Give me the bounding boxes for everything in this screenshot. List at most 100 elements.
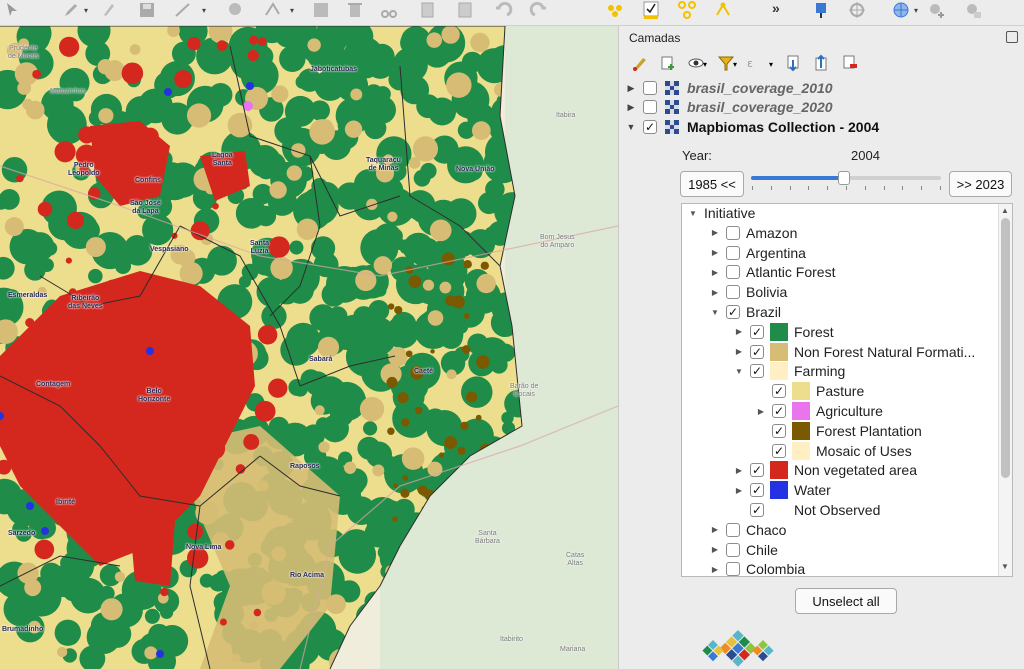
legend-row[interactable]: ▶ ✓ Non Forest Natural Formati... bbox=[734, 342, 975, 361]
chevron-down-icon[interactable]: ▼ bbox=[734, 367, 744, 376]
crosshair-icon[interactable] bbox=[846, 0, 868, 20]
chevron-down-icon[interactable]: ▾ bbox=[914, 6, 922, 15]
legend-checkbox[interactable]: ✓ bbox=[750, 344, 764, 359]
chevron-down-icon[interactable]: ▼ bbox=[625, 122, 637, 132]
float-panel-icon[interactable] bbox=[1006, 31, 1018, 43]
chevron-right-icon[interactable]: ▶ bbox=[710, 268, 720, 277]
style-icon[interactable] bbox=[631, 54, 651, 74]
legend-row[interactable]: ▶ ✓ Forest bbox=[734, 322, 834, 341]
chevron-right-icon[interactable]: ▶ bbox=[756, 407, 766, 416]
scroll-down-icon[interactable]: ▼ bbox=[1001, 562, 1009, 571]
slider-handle[interactable] bbox=[838, 171, 851, 185]
chevron-right-icon[interactable]: ▶ bbox=[710, 525, 720, 534]
chevron-right-icon[interactable]: ▶ bbox=[734, 466, 744, 475]
expression-filter-icon[interactable]: ε bbox=[745, 54, 765, 74]
legend-checkbox[interactable]: ✓ bbox=[750, 364, 764, 379]
expand-icon[interactable] bbox=[785, 54, 805, 74]
legend-checkbox[interactable] bbox=[726, 522, 740, 537]
map-canvas[interactable]: Prudente de Morais Matozinhos Jaboticatuba… bbox=[0, 26, 618, 669]
legend-row[interactable]: ▼ Initiative bbox=[688, 204, 755, 222]
layer-item[interactable]: ▶ brasil_coverage_2020 bbox=[625, 97, 833, 117]
remove-icon[interactable] bbox=[962, 0, 984, 20]
scrollbar-thumb[interactable] bbox=[1001, 218, 1010, 478]
layer-checkbox[interactable] bbox=[643, 100, 657, 114]
legend-row[interactable]: ✓ Not Observed bbox=[734, 501, 880, 519]
start-year-button[interactable]: 1985 << bbox=[680, 171, 744, 197]
legend-row[interactable]: ▶ ✓ Non vegetated area bbox=[734, 461, 917, 480]
select-icon[interactable] bbox=[2, 0, 24, 20]
pencil-icon[interactable] bbox=[60, 0, 82, 20]
network-icon[interactable] bbox=[712, 0, 734, 20]
undo-icon[interactable] bbox=[492, 0, 514, 20]
add-feature-icon[interactable] bbox=[224, 0, 246, 20]
legend-row[interactable]: ▶ Argentina bbox=[710, 244, 806, 262]
legend-checkbox[interactable]: ✓ bbox=[750, 483, 764, 498]
copy-icon[interactable] bbox=[416, 0, 438, 20]
checkbox-label-icon[interactable] bbox=[640, 0, 662, 20]
chevron-down-icon[interactable]: ▾ bbox=[202, 6, 210, 15]
legend-checkbox[interactable]: ✓ bbox=[772, 384, 786, 399]
save-icon[interactable] bbox=[136, 0, 158, 20]
legend-checkbox[interactable]: ✓ bbox=[772, 423, 786, 438]
layer-checkbox[interactable]: ✓ bbox=[643, 120, 657, 134]
plugin-icon[interactable] bbox=[810, 0, 832, 20]
chevron-down-icon[interactable]: ▾ bbox=[84, 6, 92, 15]
cut-icon[interactable] bbox=[378, 0, 400, 20]
paste-icon[interactable] bbox=[454, 0, 476, 20]
chevron-right-icon[interactable]: ▶ bbox=[625, 83, 637, 94]
unselect-all-button[interactable]: Unselect all bbox=[795, 588, 897, 614]
legend-row[interactable]: ▶ Bolivia bbox=[710, 283, 787, 301]
legend-row[interactable]: ▶ ✓ Agriculture bbox=[756, 402, 883, 420]
legend-row[interactable]: ▶ Chile bbox=[710, 541, 778, 559]
collapse-icon[interactable] bbox=[813, 54, 833, 74]
year-slider[interactable] bbox=[751, 170, 943, 190]
legend-row[interactable]: ▼ ✓ Farming bbox=[734, 362, 845, 381]
layer-item[interactable]: ▼ ✓ Mapbiomas Collection - 2004 bbox=[625, 117, 880, 137]
legend-row[interactable]: ✓ Pasture bbox=[756, 382, 864, 401]
layer-item[interactable]: ▶ brasil_coverage_2010 bbox=[625, 80, 833, 98]
chevron-right-icon[interactable]: ▶ bbox=[734, 327, 744, 336]
legend-checkbox[interactable] bbox=[726, 542, 740, 557]
node-tool-icon[interactable] bbox=[262, 0, 284, 20]
digitize-icon[interactable] bbox=[172, 0, 194, 20]
attribute-table-icon[interactable] bbox=[310, 0, 332, 20]
end-year-button[interactable]: >> 2023 bbox=[949, 171, 1012, 197]
chevron-right-icon[interactable]: ▶ bbox=[710, 565, 720, 574]
legend-row[interactable]: ✓ Forest Plantation bbox=[756, 421, 922, 440]
layer-checkbox[interactable] bbox=[643, 81, 657, 95]
chevron-right-icon[interactable]: ▶ bbox=[710, 228, 720, 237]
chevron-down-icon[interactable]: ▾ bbox=[769, 60, 779, 80]
graph-icon[interactable] bbox=[676, 0, 698, 20]
legend-row[interactable]: ▼ ✓ Brazil bbox=[710, 303, 781, 321]
globe-icon[interactable] bbox=[890, 0, 912, 20]
tree-scrollbar[interactable]: ▲ ▼ bbox=[998, 204, 1012, 576]
legend-checkbox[interactable] bbox=[726, 245, 740, 260]
delete-icon[interactable] bbox=[344, 0, 366, 20]
chevron-right-icon[interactable]: ▶ bbox=[710, 288, 720, 297]
legend-row[interactable]: ▶ Atlantic Forest bbox=[710, 263, 836, 281]
legend-checkbox[interactable] bbox=[726, 225, 740, 240]
legend-checkbox[interactable] bbox=[726, 265, 740, 280]
chevron-down-icon[interactable]: ▾ bbox=[290, 6, 298, 15]
scroll-up-icon[interactable]: ▲ bbox=[1001, 206, 1009, 215]
legend-checkbox[interactable]: ✓ bbox=[772, 443, 786, 458]
chevron-down-icon[interactable]: ▼ bbox=[688, 209, 698, 218]
add-group-icon[interactable] bbox=[659, 54, 679, 74]
legend-row[interactable]: ▶ Amazon bbox=[710, 224, 797, 242]
label-icon[interactable] bbox=[604, 0, 626, 20]
chevron-right-icon[interactable]: ▶ bbox=[710, 545, 720, 554]
chevron-down-icon[interactable]: ▾ bbox=[733, 60, 743, 80]
remove-layer-icon[interactable] bbox=[841, 54, 861, 74]
chevron-down-icon[interactable]: ▼ bbox=[710, 308, 720, 317]
more-tools-button[interactable]: » bbox=[772, 0, 780, 16]
legend-checkbox[interactable]: ✓ bbox=[750, 324, 764, 339]
legend-checkbox[interactable] bbox=[726, 285, 740, 300]
legend-checkbox[interactable]: ✓ bbox=[772, 404, 786, 418]
legend-row[interactable]: ✓ Mosaic of Uses bbox=[756, 441, 912, 460]
add-point-icon[interactable] bbox=[926, 0, 948, 20]
legend-checkbox[interactable]: ✓ bbox=[750, 503, 764, 517]
legend-row[interactable]: ▶ Colombia bbox=[710, 560, 805, 576]
chevron-down-icon[interactable]: ▾ bbox=[703, 60, 713, 80]
legend-checkbox[interactable]: ✓ bbox=[750, 463, 764, 478]
chevron-right-icon[interactable]: ▶ bbox=[710, 248, 720, 257]
